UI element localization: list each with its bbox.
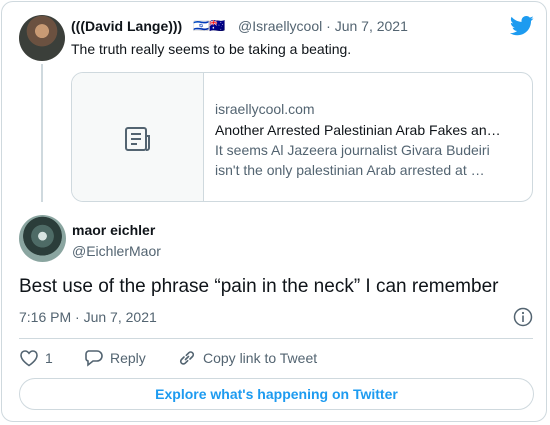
twitter-bird-icon[interactable] (510, 16, 534, 36)
copy-link-button[interactable]: Copy link to Tweet (177, 349, 317, 367)
thread-connector-line (41, 64, 43, 202)
tweet-timestamp[interactable]: 7:16 PM · Jun 7, 2021 (19, 309, 157, 325)
link-description-line-1: It seems Al Jazeera journalist Givara Bu… (215, 142, 490, 158)
tweet-text: Best use of the phrase “pain in the neck… (19, 276, 499, 297)
link-domain: israellycool.com (215, 101, 315, 117)
tweet-date[interactable]: Jun 7, 2021 (84, 309, 157, 325)
tweet-time[interactable]: 7:16 PM (19, 309, 71, 325)
quoted-tweet-date[interactable]: Jun 7, 2021 (335, 18, 408, 34)
quoted-author-handle-date[interactable]: @Israellycool · Jun 7, 2021 (238, 18, 408, 34)
author-name[interactable]: maor eichler (72, 222, 155, 238)
quoted-author-avatar[interactable] (19, 15, 65, 61)
explore-twitter-button[interactable]: Explore what's happening on Twitter (19, 378, 534, 410)
reply-label: Reply (110, 350, 146, 366)
quoted-tweet-text: The truth really seems to be taking a be… (71, 41, 352, 57)
divider (19, 338, 533, 339)
reply-button[interactable]: Reply (84, 349, 146, 367)
link-title: Another Arrested Palestinian Arab Fakes … (215, 122, 501, 138)
like-button[interactable]: 1 (19, 349, 53, 367)
quoted-author-name[interactable]: (((David Lange))) (71, 18, 182, 34)
link-preview-card[interactable]: israellycool.com Another Arrested Palest… (71, 72, 533, 202)
tweet-embed-card: (((David Lange))) 🇮🇱🇦🇺 @Israellycool · J… (1, 1, 547, 422)
author-flag-emojis: 🇮🇱🇦🇺 (193, 18, 226, 33)
quoted-author-handle[interactable]: @Israellycool (238, 18, 322, 34)
like-count: 1 (45, 350, 53, 366)
copy-link-label: Copy link to Tweet (203, 350, 318, 366)
info-icon[interactable] (513, 307, 533, 327)
link-icon (179, 351, 195, 365)
link-description-line-2: isn't the only palestinian Arab arrested… (215, 162, 485, 178)
author-handle[interactable]: @EichlerMaor (72, 243, 161, 259)
author-avatar[interactable] (19, 215, 66, 262)
article-icon (125, 127, 150, 151)
link-thumbnail (72, 73, 204, 201)
heart-icon (20, 350, 38, 367)
reply-icon (85, 350, 103, 367)
